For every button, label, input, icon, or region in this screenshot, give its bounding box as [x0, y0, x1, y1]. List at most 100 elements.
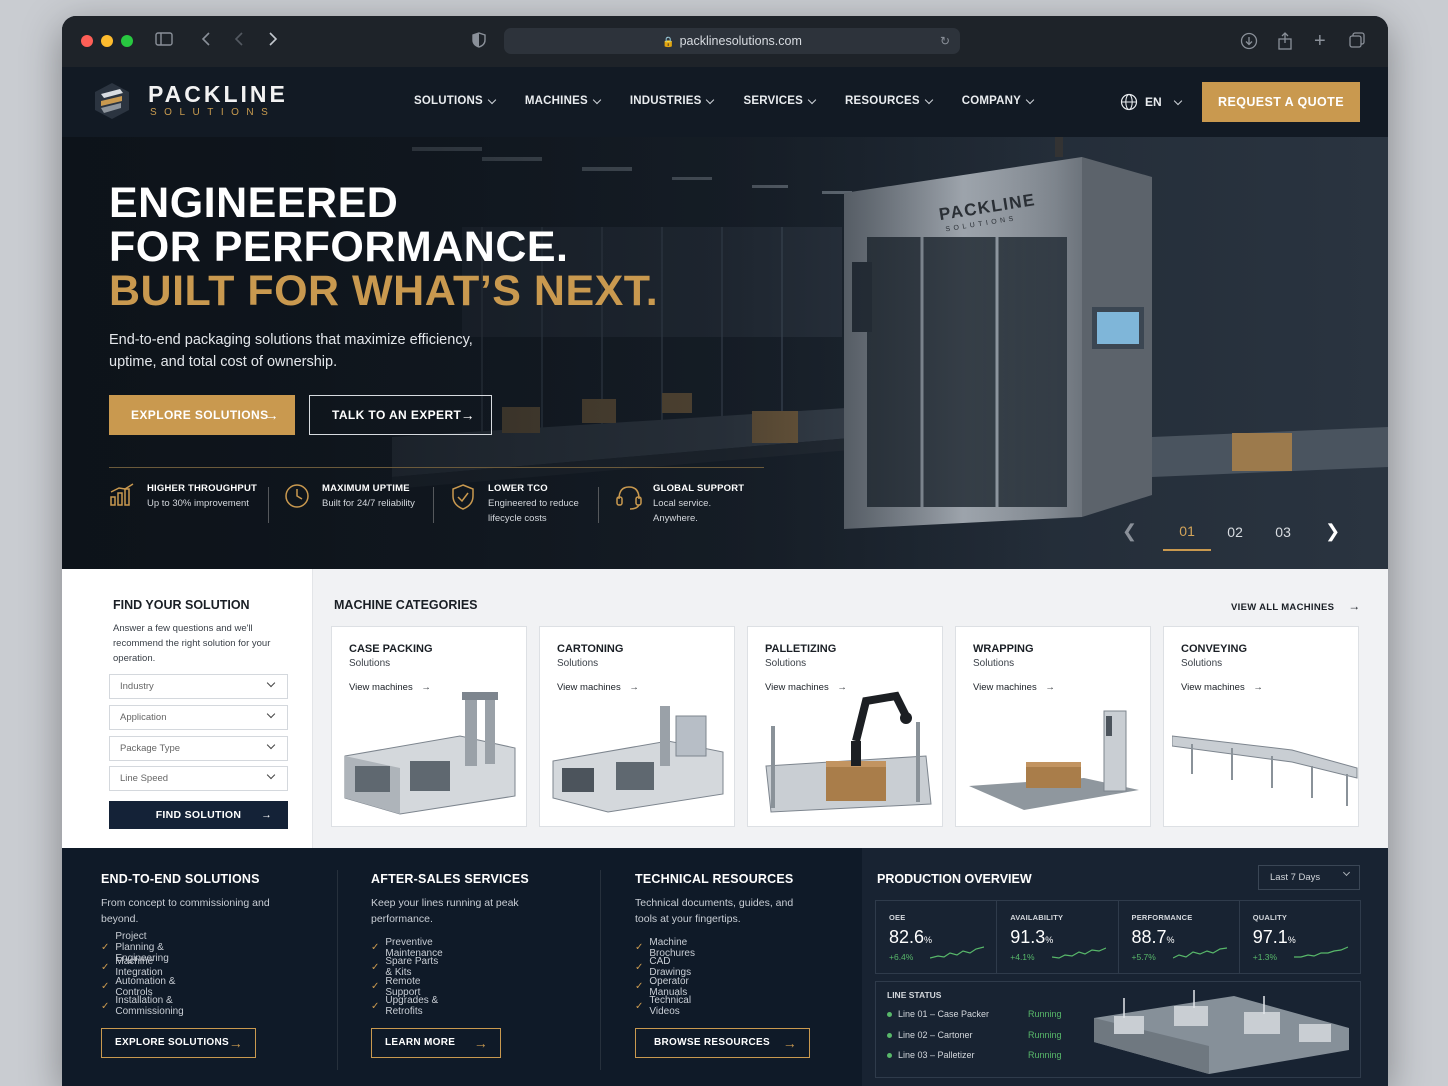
kpi-oee[interactable]: OEE 82.6% +6.4%: [876, 901, 998, 973]
kpi-label: AVAILABILITY: [1010, 913, 1064, 922]
check-icon: ✓: [371, 981, 380, 993]
menu-label: COMPANY: [961, 95, 1022, 107]
hero-subtitle: End-to-end packaging solutions that maxi…: [109, 332, 473, 370]
card-subtitle: Solutions: [557, 658, 599, 669]
minimize-window-button[interactable]: [101, 35, 113, 47]
line-row[interactable]: Line 02 – Cartoner: [887, 1030, 973, 1040]
date-range-select[interactable]: Last 7 Days: [1258, 865, 1360, 890]
kpi-number: 88.7: [1131, 927, 1167, 947]
card-title: CARTONING: [557, 643, 624, 655]
learn-more-button[interactable]: LEARN MORE →: [371, 1028, 501, 1058]
new-tab-icon[interactable]: +: [1314, 31, 1326, 51]
line-row[interactable]: Line 01 – Case Packer: [887, 1009, 989, 1019]
kpi-value: 88.7%: [1132, 927, 1175, 948]
menu-label: RESOURCES: [845, 95, 920, 107]
category-card-palletizing[interactable]: PALLETIZING Solutions View machines →: [747, 626, 943, 827]
privacy-shield-icon[interactable]: [472, 32, 486, 53]
list-item: ✓ Automation & Controls: [101, 976, 184, 998]
forward-icon[interactable]: [268, 32, 278, 51]
back-icon[interactable]: [201, 32, 211, 51]
hero-divider: [109, 467, 764, 468]
palletizer-robot-image: [765, 691, 932, 813]
resources-list: ✓ Machine Brochures ✓ CAD Drawings ✓ Operat…: [635, 937, 695, 1018]
list-item: ✓ Technical Videos: [635, 995, 695, 1017]
button-label: EXPLORE SOLUTIONS: [115, 1037, 230, 1048]
link-label: VIEW ALL MACHINES: [1231, 602, 1335, 613]
slide-01[interactable]: 01: [1163, 523, 1212, 551]
kpi-availability[interactable]: AVAILABILITY 91.3% +4.1%: [997, 901, 1119, 973]
check-icon: ✓: [101, 1000, 110, 1012]
language-selector[interactable]: EN: [1120, 93, 1182, 111]
reload-icon[interactable]: ↻: [940, 28, 950, 54]
arrow-right-icon: →: [782, 1035, 797, 1051]
machines-section: FIND YOUR SOLUTION Answer a few question…: [62, 569, 1388, 848]
wrapper-image: [969, 710, 1139, 810]
arrow-right-icon: →: [228, 1035, 243, 1051]
menu-services[interactable]: SERVICES: [743, 95, 817, 107]
production-line-image: [1094, 990, 1349, 1074]
list-item: ✓ Upgrades & Retrofits: [371, 995, 443, 1017]
category-card-cartoning[interactable]: CARTONING Solutions View machines →: [539, 626, 735, 827]
list-item: ✓ Spare Parts & Kits: [371, 956, 443, 978]
category-card-conveying[interactable]: CONVEYING Solutions View machines →: [1163, 626, 1359, 827]
close-window-button[interactable]: [81, 35, 93, 47]
card-subtitle: Solutions: [765, 658, 807, 669]
kpi-number: 82.6: [889, 927, 925, 947]
browse-resources-button[interactable]: BROWSE RESOURCES →: [635, 1028, 810, 1058]
talk-to-expert-button[interactable]: TALK TO AN EXPERT →: [309, 395, 492, 435]
explore-solutions-button[interactable]: EXPLORE SOLUTIONS →: [109, 395, 295, 435]
check-icon: ✓: [101, 981, 110, 993]
share-icon[interactable]: [1277, 32, 1293, 55]
request-quote-button[interactable]: REQUEST A QUOTE: [1202, 82, 1360, 122]
solutions-list: ✓ Project Planning & Engineering ✓ Machine…: [101, 931, 184, 1017]
line-speed-select[interactable]: Line Speed: [109, 766, 288, 791]
kpi-label: QUALITY: [1252, 913, 1288, 922]
brand-name[interactable]: PACKLINE: [148, 81, 288, 108]
slide-03[interactable]: 03: [1259, 524, 1307, 550]
category-card-case-packing[interactable]: CASE PACKING Solutions View machines →: [331, 626, 527, 827]
column-title: AFTER-SALES SERVICES: [371, 872, 529, 886]
chevron-down-icon: [266, 709, 276, 719]
menu-company[interactable]: COMPANY: [961, 95, 1035, 107]
status-dot-icon: [887, 1032, 892, 1038]
chevron-right-icon[interactable]: ❯: [1325, 521, 1340, 552]
select-placeholder: Application: [120, 712, 167, 723]
industry-select[interactable]: Industry: [109, 674, 288, 699]
address-bar[interactable]: 🔒 packlinesolutions.com ↻: [504, 28, 960, 54]
check-icon: ✓: [371, 1000, 380, 1012]
sparkline-icon: [930, 946, 985, 959]
menu-resources[interactable]: RESOURCES: [845, 95, 933, 107]
view-all-machines-link[interactable]: VIEW ALL MACHINES →: [1231, 599, 1361, 613]
chevron-left-icon[interactable]: ❮: [1122, 521, 1137, 552]
kpi-performance[interactable]: PERFORMANCE 88.7% +5.7%: [1119, 901, 1240, 973]
package-type-select[interactable]: Package Type: [109, 736, 288, 761]
application-select[interactable]: Application: [109, 705, 288, 730]
explore-solutions-outline-button[interactable]: EXPLORE SOLUTIONS →: [101, 1028, 256, 1058]
menu-solutions[interactable]: SOLUTIONS: [414, 95, 497, 107]
category-card-wrapping[interactable]: WRAPPING Solutions View machines →: [955, 626, 1151, 827]
list-item: ✓ Remote Support: [371, 976, 443, 998]
check-icon: ✓: [101, 961, 110, 973]
kpi-label: OEE: [889, 913, 906, 922]
kpi-delta: +6.4%: [889, 952, 914, 962]
packline-logo-icon[interactable]: [92, 81, 132, 121]
tabs-overview-icon[interactable]: [1349, 32, 1365, 53]
chevron-down-icon: [924, 95, 933, 104]
case-packer-image: [344, 692, 516, 815]
slide-02[interactable]: 02: [1211, 524, 1259, 550]
sidebar-toggle-icon[interactable]: [155, 32, 173, 51]
site-header: PACKLINE SOLUTIONS SOLUTIONS MACHINES IN…: [62, 67, 1388, 137]
downloads-icon[interactable]: [1240, 32, 1258, 55]
back-disabled-icon[interactable]: [234, 32, 244, 51]
menu-machines[interactable]: MACHINES: [525, 95, 602, 107]
line-row[interactable]: Line 03 – Palletizer: [887, 1050, 975, 1060]
maximize-window-button[interactable]: [121, 35, 133, 47]
menu-industries[interactable]: INDUSTRIES: [630, 95, 715, 107]
clock-icon: [285, 484, 309, 508]
find-solution-button[interactable]: FIND SOLUTION →: [109, 801, 288, 829]
lock-icon: 🔒: [662, 37, 675, 48]
kpi-quality[interactable]: QUALITY 97.1% +1.3%: [1240, 901, 1360, 973]
check-icon: ✓: [371, 961, 380, 973]
list-item: ✓ Installation & Commissioning: [101, 995, 184, 1017]
production-title: PRODUCTION OVERVIEW: [877, 872, 1032, 886]
